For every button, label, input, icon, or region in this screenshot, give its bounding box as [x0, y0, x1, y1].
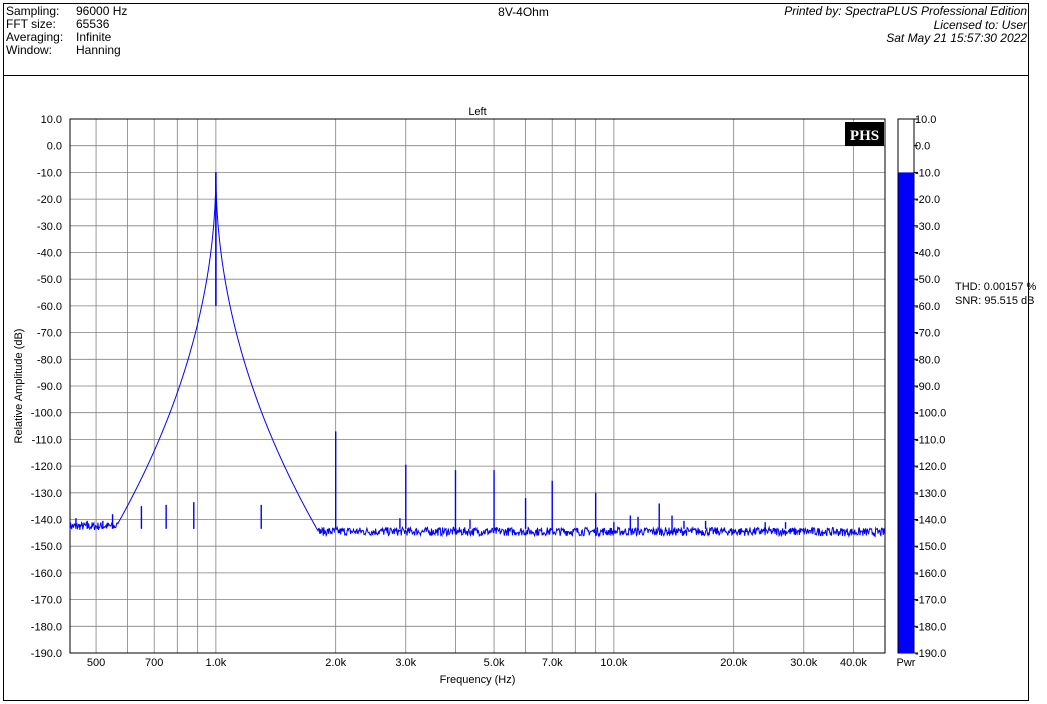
level-bar-tick-label: -110.0	[915, 434, 945, 446]
x-tick-label: 30.0k	[790, 657, 817, 669]
snr-readout: SNR: 95.515 dB	[955, 295, 1035, 307]
x-tick-label: 20.0k	[720, 657, 747, 669]
y-tick-label: -60.0	[37, 301, 62, 313]
level-bar-tick-label: -50.0	[915, 274, 940, 286]
level-bar-tick-label: -170.0	[915, 595, 946, 607]
y-tick-label: -130.0	[31, 488, 62, 500]
x-tick-label: 700	[145, 657, 163, 669]
level-bar-tick-label: -10.0	[915, 167, 940, 179]
level-bar-tick-label: -180.0	[915, 621, 946, 633]
y-tick-label: -100.0	[31, 408, 62, 420]
level-bar-tick-label: -100.0	[915, 408, 946, 420]
y-tick-label: -90.0	[37, 381, 62, 393]
x-tick-label: 3.0k	[395, 657, 416, 669]
spectrum-chart: 10.0 0.0 -10.0 -20.0 -30.0 -40.0 -50.0 -60.0 -70…	[13, 106, 946, 686]
x-tick-label: 5.0k	[484, 657, 505, 669]
level-bar-tick-label: -60.0	[915, 301, 940, 313]
y-axis-label: Relative Amplitude (dB)	[13, 329, 25, 444]
level-bar-fill	[898, 172, 914, 653]
y-tick-label: -120.0	[31, 461, 62, 473]
y-tick-label: 0.0	[47, 141, 62, 153]
y-tick-label: -20.0	[37, 194, 62, 206]
level-bar-tick-label: -30.0	[915, 221, 940, 233]
x-tick-label: 2.0k	[325, 657, 346, 669]
level-bar-tick-label: -130.0	[915, 488, 946, 500]
level-bar-tick-label: 10.0	[915, 114, 936, 126]
y-tick-label: -40.0	[37, 248, 62, 260]
level-bar-tick-label: -20.0	[915, 194, 940, 206]
y-tick-label: -170.0	[31, 595, 62, 607]
y-tick-label: -50.0	[37, 274, 62, 286]
x-axis-label: Frequency (Hz)	[440, 674, 516, 686]
x-tick-label: 10.0k	[600, 657, 627, 669]
y-tick-label: 10.0	[41, 114, 62, 126]
y-tick-label: -160.0	[31, 568, 62, 580]
level-bar-tick-label: -120.0	[915, 461, 946, 473]
level-bar-tick-label: -40.0	[915, 248, 940, 260]
y-tick-label: -180.0	[31, 621, 62, 633]
level-bar-label: Pwr	[897, 657, 916, 669]
level-bar-tick-label: -140.0	[915, 515, 946, 527]
level-bar-tick-label: -190.0	[915, 648, 946, 660]
level-bar-tick-label: -150.0	[915, 541, 946, 553]
y-tick-label: -30.0	[37, 221, 62, 233]
x-tick-label: 1.0k	[205, 657, 226, 669]
logo-text: PHS	[850, 128, 879, 144]
thd-readout: THD: 0.00157 %	[955, 281, 1037, 293]
y-tick-label: -110.0	[32, 434, 62, 446]
y-tick-label: -10.0	[37, 167, 62, 179]
x-tick-label: 7.0k	[542, 657, 563, 669]
level-bar-tick-label: 0.0	[915, 141, 930, 153]
level-bar-tick-label: -80.0	[915, 354, 940, 366]
y-tick-label: -190.0	[31, 648, 62, 660]
x-tick-label: 40.0k	[840, 657, 867, 669]
chart-title: Left	[468, 106, 486, 118]
y-tick-label: -80.0	[37, 354, 62, 366]
y-tick-label: -150.0	[31, 541, 62, 553]
level-bar-tick-label: -160.0	[915, 568, 946, 580]
x-tick-label: 500	[87, 657, 105, 669]
y-tick-label: -70.0	[37, 328, 62, 340]
y-tick-label: -140.0	[31, 515, 62, 527]
level-bar-tick-label: -90.0	[915, 381, 940, 393]
level-bar-tick-label: -70.0	[915, 328, 940, 340]
